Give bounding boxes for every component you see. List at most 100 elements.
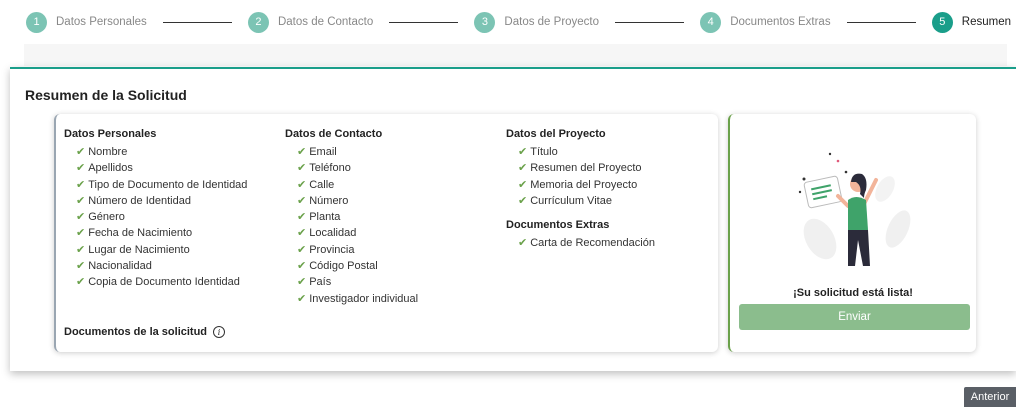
page-title: Resumen de la Solicitud: [25, 87, 187, 103]
check-icon: ✔: [76, 162, 86, 175]
check-icon: ✔: [518, 178, 528, 191]
check-icon: ✔: [518, 146, 528, 158]
check-icon: ✔: [76, 260, 86, 273]
list-item: ✔ Resumen del Proyecto: [506, 160, 655, 176]
progress-stepper: 1 Datos Personales 2 Datos de Contacto 3…: [26, 8, 1011, 36]
check-icon: ✔: [297, 276, 307, 289]
list-item: ✔ Número: [285, 193, 418, 209]
list-item-label: Copia de Documento Identidad: [88, 276, 240, 289]
section-title: Datos de Contacto: [285, 128, 383, 140]
list-item: ✔ Calle: [285, 177, 418, 193]
personal-data-list: ✔ Nombre ✔ Apellidos ✔ Tipo de Documento de I…: [64, 144, 247, 291]
info-icon[interactable]: i: [213, 326, 226, 338]
list-item: ✔ Copia de Documento Identidad: [64, 274, 247, 290]
step-label: Datos Personales: [56, 16, 147, 28]
send-button[interactable]: Enviar: [739, 304, 970, 330]
check-icon: ✔: [76, 178, 86, 191]
step-number: 3: [474, 11, 496, 33]
step-number: 2: [247, 11, 269, 33]
contact-data-column: Datos de Contacto ✔ Email ✔ Teléfono ✔ Calle ✔…: [285, 126, 418, 307]
section-title: Datos Personales: [64, 128, 157, 140]
list-item: ✔ Nombre: [64, 144, 247, 160]
list-item-label: Número de Identidad: [88, 194, 191, 207]
ready-message: ¡Su solicitud está lista!: [793, 287, 913, 299]
list-item: ✔ Tipo de Documento de Identidad: [64, 177, 247, 193]
step-number: 1: [26, 11, 47, 33]
list-item: ✔ Fecha de Nacimiento: [64, 225, 247, 241]
list-item-label: Calle: [309, 178, 335, 191]
list-item-label: Memoria del Proyecto: [530, 178, 638, 191]
list-item-label: Nacionalidad: [88, 260, 152, 273]
list-item: ✔ País: [285, 274, 418, 290]
step-documentos-extras[interactable]: 4 Documentos Extras: [700, 11, 831, 33]
list-item: ✔ Código Postal: [285, 258, 418, 274]
contact-data-list: ✔ Email ✔ Teléfono ✔ Calle ✔ Número ✔ Planta ✔ Loca…: [285, 144, 418, 307]
list-item-label: Planta: [309, 211, 341, 224]
check-icon: ✔: [76, 227, 86, 240]
check-icon: ✔: [76, 276, 86, 289]
check-icon: ✔: [297, 227, 307, 240]
list-item: ✔ Título: [506, 144, 655, 160]
list-item-label: Provincia: [309, 243, 355, 256]
list-item-label: Email: [309, 146, 337, 158]
check-icon: ✔: [297, 194, 307, 207]
check-icon: ✔: [518, 194, 528, 207]
ready-panel: ¡Su solicitud está lista! Enviar: [728, 114, 976, 352]
step-resumen[interactable]: 5 Resumen: [931, 11, 1011, 33]
step-datos-contacto[interactable]: 2 Datos de Contacto: [247, 11, 373, 33]
step-connector: [162, 21, 232, 23]
step-connector: [615, 21, 685, 23]
list-item: ✔ Apellidos: [64, 160, 247, 176]
list-item: ✔ Nacionalidad: [64, 258, 247, 274]
list-item-label: Nombre: [88, 146, 128, 158]
list-item-label: Localidad: [309, 227, 357, 240]
previous-button[interactable]: Anterior: [964, 387, 1016, 407]
section-title: Documentos Extras: [506, 219, 610, 232]
list-item: ✔ Investigador individual: [285, 291, 418, 307]
list-item: ✔ Localidad: [285, 225, 418, 241]
header-divider: [24, 44, 1007, 66]
list-item: ✔ Carta de Recomendación: [506, 235, 655, 251]
step-connector: [389, 21, 459, 23]
extras-data-list: ✔ Carta de Recomendación: [506, 235, 655, 251]
check-icon: ✔: [76, 211, 86, 224]
summary-card: Resumen de la Solicitud Datos Personales…: [10, 67, 1016, 371]
check-icon: ✔: [297, 162, 307, 175]
list-item-label: Lugar de Nacimiento: [88, 243, 190, 256]
step-label: Documentos Extras: [730, 16, 831, 28]
list-item-label: Tipo de Documento de Identidad: [88, 178, 248, 191]
woman-celebrating-illustration: [798, 152, 911, 266]
list-item: ✔ Provincia: [285, 242, 418, 258]
list-item: ✔ Teléfono: [285, 160, 418, 176]
step-number: 4: [700, 11, 722, 33]
list-item-label: Carta de Recomendación: [530, 237, 655, 250]
list-item-label: Código Postal: [309, 260, 378, 273]
project-data-column: Datos del Proyecto ✔ Título ✔ Resumen del P…: [506, 126, 655, 251]
check-icon: ✔: [297, 178, 307, 191]
step-label: Resumen: [961, 16, 1011, 28]
check-icon: ✔: [297, 292, 307, 305]
list-item: ✔ Currículum Vitae: [506, 193, 655, 209]
list-item: ✔ Género: [64, 209, 247, 225]
documents-label: Documentos de la solicitud i: [64, 326, 226, 338]
list-item-label: Investigador individual: [309, 292, 419, 305]
list-item: ✔ Memoria del Proyecto: [506, 177, 655, 193]
check-icon: ✔: [76, 243, 86, 256]
personal-data-column: Datos Personales ✔ Nombre ✔ Apellidos ✔ Tipo …: [64, 126, 247, 291]
step-connector: [846, 21, 916, 23]
section-title: Datos del Proyecto: [506, 128, 606, 140]
step-datos-personales[interactable]: 1 Datos Personales: [26, 11, 147, 33]
check-icon: ✔: [76, 194, 86, 207]
list-item-label: Número: [309, 194, 349, 207]
list-item-label: Fecha de Nacimiento: [88, 227, 193, 240]
check-icon: ✔: [297, 243, 307, 256]
list-item: ✔ Email: [285, 144, 418, 160]
step-datos-proyecto[interactable]: 3 Datos de Proyecto: [474, 11, 599, 33]
list-item-label: Género: [88, 211, 125, 224]
check-icon: ✔: [297, 146, 307, 158]
check-icon: ✔: [76, 146, 86, 158]
list-item-label: Currículum Vitae: [530, 194, 612, 207]
list-item: ✔ Planta: [285, 209, 418, 225]
list-item: ✔ Lugar de Nacimiento: [64, 242, 247, 258]
list-item-label: Resumen del Proyecto: [530, 162, 642, 175]
